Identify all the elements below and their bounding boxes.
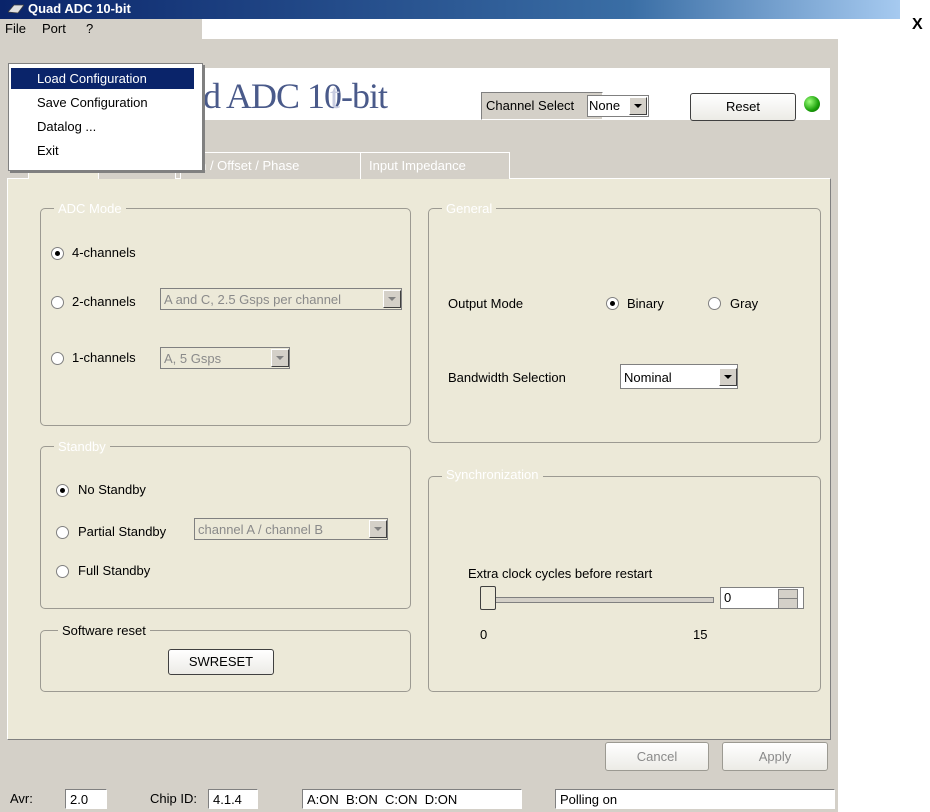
- label-partial-standby: Partial Standby: [78, 524, 167, 539]
- sync-slider-track[interactable]: [484, 597, 714, 603]
- sync-label: Extra clock cycles before restart: [468, 566, 653, 581]
- partial-standby-combo[interactable]: channel A / channel B: [194, 518, 388, 540]
- radio-partial-standby[interactable]: [56, 526, 69, 539]
- radio-4-channels[interactable]: [51, 247, 64, 260]
- status-led-icon: [804, 96, 820, 112]
- radio-full-standby[interactable]: [56, 565, 69, 578]
- app-icon: [8, 4, 24, 14]
- tab-input-impedance[interactable]: Input Impedance: [360, 152, 510, 179]
- radio-no-standby[interactable]: [56, 484, 69, 497]
- radio-2-channels[interactable]: [51, 296, 64, 309]
- menu-item-exit[interactable]: Exit: [11, 140, 194, 161]
- sync-title: Synchronization: [442, 467, 543, 482]
- sync-max-label: 15: [693, 627, 708, 642]
- menu-help[interactable]: ?: [82, 21, 97, 36]
- polling-status: Polling on: [555, 789, 835, 809]
- avr-value: 2.0: [65, 789, 107, 809]
- title-bar: [0, 0, 930, 19]
- bandwidth-label: Bandwidth Selection: [448, 370, 566, 385]
- cancel-button[interactable]: Cancel: [605, 742, 709, 771]
- chevron-down-icon[interactable]: [719, 368, 737, 386]
- label-full-standby: Full Standby: [78, 563, 151, 578]
- menu-item-datalog[interactable]: Datalog ...: [11, 116, 194, 137]
- menu-item-load-configuration[interactable]: Load Configuration: [11, 68, 194, 89]
- swreset-button[interactable]: SWRESET: [168, 649, 274, 675]
- spin-down-icon[interactable]: [778, 598, 798, 609]
- sync-group: [428, 476, 821, 692]
- product-logo-text: d ADC 10-bit: [203, 76, 388, 116]
- chevron-down-icon[interactable]: [271, 349, 289, 367]
- label-binary: Binary: [627, 296, 664, 311]
- menu-file[interactable]: File: [1, 21, 30, 36]
- general-group: [428, 208, 821, 443]
- adc-mode-group: [40, 208, 411, 426]
- window-title: Quad ADC 10-bit: [28, 1, 131, 16]
- chevron-down-icon[interactable]: [369, 520, 387, 538]
- channel-select-value: None: [589, 98, 621, 113]
- chevron-down-icon[interactable]: [629, 97, 647, 115]
- radio-1-channels[interactable]: [51, 352, 64, 365]
- software-reset-title: Software reset: [58, 623, 150, 638]
- apply-button[interactable]: Apply: [722, 742, 828, 771]
- chevron-down-icon[interactable]: [383, 290, 401, 308]
- label-2-channels: 2-channels: [72, 294, 136, 309]
- menu-bar: File Port ?: [0, 19, 202, 39]
- label-no-standby: No Standby: [78, 482, 146, 497]
- radio-binary[interactable]: [606, 297, 619, 310]
- chip-id-value: 4.1.4: [208, 789, 258, 809]
- label-gray: Gray: [730, 296, 759, 311]
- menu-item-save-configuration[interactable]: Save Configuration: [11, 92, 194, 113]
- menu-port[interactable]: Port: [38, 21, 70, 36]
- general-title: General: [442, 201, 497, 216]
- close-icon[interactable]: X: [912, 16, 923, 34]
- standby-title: Standby: [54, 439, 110, 454]
- label-4-channels: 4-channels: [72, 245, 136, 260]
- adc-mode-title: ADC Mode: [54, 201, 126, 216]
- sync-min-label: 0: [480, 627, 488, 642]
- tab-gain-offset-phase[interactable]: ain / Offset / Phase: [180, 152, 368, 179]
- radio-gray[interactable]: [708, 297, 721, 310]
- channel-status: A:ON B:ON C:ON D:ON: [302, 789, 522, 809]
- two-channel-combo[interactable]: A and C, 2.5 Gsps per channel: [160, 288, 402, 310]
- channel-select-label: Channel Select: [486, 98, 575, 113]
- reset-button[interactable]: Reset: [690, 93, 796, 121]
- file-menu: Load Configuration Save Configuration Da…: [8, 63, 203, 171]
- avr-label: Avr:: [10, 791, 33, 806]
- product-logo-fade: t: [330, 76, 341, 116]
- output-mode-label: Output Mode: [448, 296, 524, 311]
- label-1-channels: 1-channels: [72, 350, 136, 365]
- sync-spinbox-value: 0: [724, 590, 732, 605]
- sync-slider-thumb[interactable]: [480, 586, 496, 610]
- chip-id-label: Chip ID:: [150, 791, 197, 806]
